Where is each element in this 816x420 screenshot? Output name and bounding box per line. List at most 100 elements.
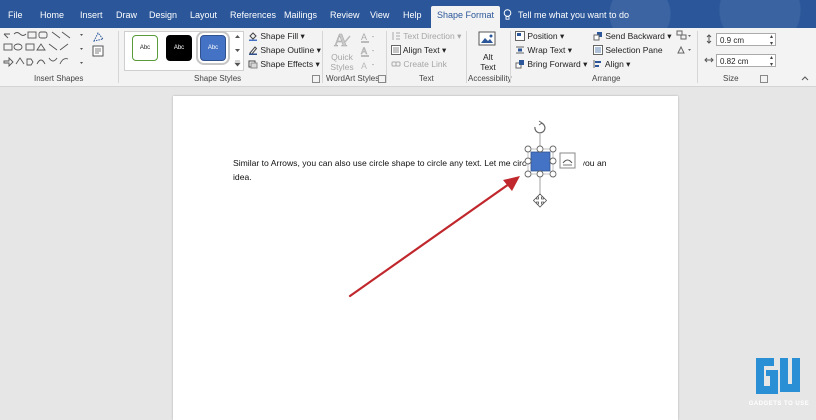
tab-help[interactable]: Help [403,6,422,24]
bring-forward-button[interactable]: Bring Forward ▾ [515,58,587,71]
group-objects-icon[interactable] [676,30,692,44]
group-label-insert-shapes: Insert Shapes [34,74,84,83]
tell-me-text: Tell me what you want to do [518,10,630,20]
style-preset-dark[interactable]: Abc [166,35,192,61]
shapes-gallery-icon [3,31,83,68]
selection-pane-label: Selection Pane [605,45,663,55]
ribbon-separator [510,31,511,83]
create-link-label: Create Link [403,59,447,69]
send-backward-button[interactable]: Send Backward ▾ [593,30,672,43]
document-page[interactable] [173,96,678,420]
alt-text-label-2: Text [480,62,496,72]
shape-outline-button[interactable]: Shape Outline ▾ [248,44,321,57]
tell-me-search[interactable]: Tell me what you want to do [503,6,629,24]
tab-shape-format[interactable]: Shape Format [431,6,501,28]
effects-icon [248,60,258,69]
shape-outline-label: Shape Outline [260,45,315,55]
shape-height-icon [704,34,714,46]
style-preset-outline[interactable]: Abc [132,35,158,61]
svg-text:A: A [334,30,347,50]
shape-fill-label: Shape Fill [260,31,299,41]
wrap-text-icon [516,46,524,54]
bring-forward-label: Bring Forward [527,59,581,69]
text-outline-icon[interactable]: A [360,45,376,59]
send-backward-icon [593,32,602,41]
wrap-text-label: Wrap Text [527,45,566,55]
alt-text-button[interactable]: Alt Text [475,30,501,72]
body-line-1: Similar to Arrows, you can also use circ… [233,158,533,168]
tab-layout[interactable]: Layout [190,6,217,24]
size-launcher-icon[interactable] [760,75,768,83]
svg-text:A: A [361,46,367,56]
quick-styles-button[interactable]: A Quick Styles [327,30,357,72]
shape-effects-label: Shape Effects [260,59,314,69]
tab-home[interactable]: Home [40,6,64,24]
watermark-text: GADGETS TO USE [748,401,810,407]
ribbon-separator [386,31,387,83]
shape-fill-button[interactable]: Shape Fill ▾ [248,30,305,43]
shape-width-icon [704,55,714,67]
alt-text-label-1: Alt [483,52,493,62]
width-spinner-icon[interactable]: ▴ ▾ [770,55,773,68]
gadgets-to-use-logo [752,352,802,400]
wordart-a-icon: A [334,30,351,50]
tab-view[interactable]: View [370,6,389,24]
text-box-icon[interactable] [92,45,104,59]
gallery-scroll-icon[interactable] [234,33,241,69]
document-body-text[interactable]: Similar to Arrows, you can also use circ… [233,156,633,184]
wordart-launcher-icon[interactable] [378,75,386,83]
tab-design[interactable]: Design [149,6,177,24]
align-text-icon [391,45,401,55]
text-direction-button[interactable]: Text Direction ▾ [391,30,461,43]
selection-pane-icon [593,45,603,55]
height-spinner-icon[interactable]: ▴ ▾ [770,34,773,47]
text-effects-icon[interactable]: A [360,59,376,73]
tab-review[interactable]: Review [330,6,360,24]
link-icon [391,61,401,67]
body-line-1-tail: you an [580,158,607,168]
tab-file[interactable]: File [8,6,23,24]
text-direction-label: Text Direction [403,31,455,41]
selection-pane-button[interactable]: Selection Pane [593,44,663,57]
position-label: Position [527,31,558,41]
shape-styles-launcher-icon[interactable] [312,75,320,83]
rotate-objects-icon[interactable] [676,44,692,58]
tab-references[interactable]: References [230,6,276,24]
tab-mailings[interactable]: Mailings [284,6,317,24]
group-label-shape-styles: Shape Styles [194,74,242,83]
alt-text-icon [478,31,496,46]
ribbon-separator [118,31,119,83]
tab-draw[interactable]: Draw [116,6,137,24]
group-label-accessibility: Accessibility [468,74,512,83]
align-label: Align [604,59,624,69]
align-text-button[interactable]: Align Text ▾ [391,44,446,57]
shape-height-input[interactable]: 0.9 cm ▴ ▾ [716,33,776,47]
position-button[interactable]: Position ▾ [515,30,564,43]
text-direction-icon [392,32,400,40]
style-preset-blue[interactable]: Abc [196,31,230,65]
svg-text:A: A [361,61,367,71]
paint-bucket-icon [249,32,257,41]
send-backward-label: Send Backward [605,31,665,41]
pen-icon [249,46,258,56]
wrap-text-button[interactable]: Wrap Text ▾ [515,44,572,57]
text-fill-icon[interactable]: A [360,31,376,45]
shape-height-value: 0.9 cm [720,36,745,45]
position-icon [515,31,525,41]
group-label-size: Size [723,74,739,83]
align-button[interactable]: Align ▾ [593,58,630,71]
group-label-text: Text [419,74,434,83]
shape-width-input[interactable]: 0.82 cm ▴ ▾ [716,54,776,68]
align-icon [593,60,601,68]
edit-shape-icon[interactable] [92,31,106,45]
ribbon-separator [466,31,467,83]
create-link-button[interactable]: Create Link [391,58,447,71]
ribbon-separator [322,31,323,83]
shape-effects-button[interactable]: Shape Effects ▾ [248,58,320,71]
lightbulb-icon [503,9,512,20]
quick-styles-label-1: Quick [331,52,353,62]
tab-insert[interactable]: Insert [80,6,103,24]
collapse-ribbon-icon[interactable] [800,74,810,84]
quick-styles-label-2: Styles [330,62,354,72]
shapes-gallery[interactable] [2,31,86,69]
